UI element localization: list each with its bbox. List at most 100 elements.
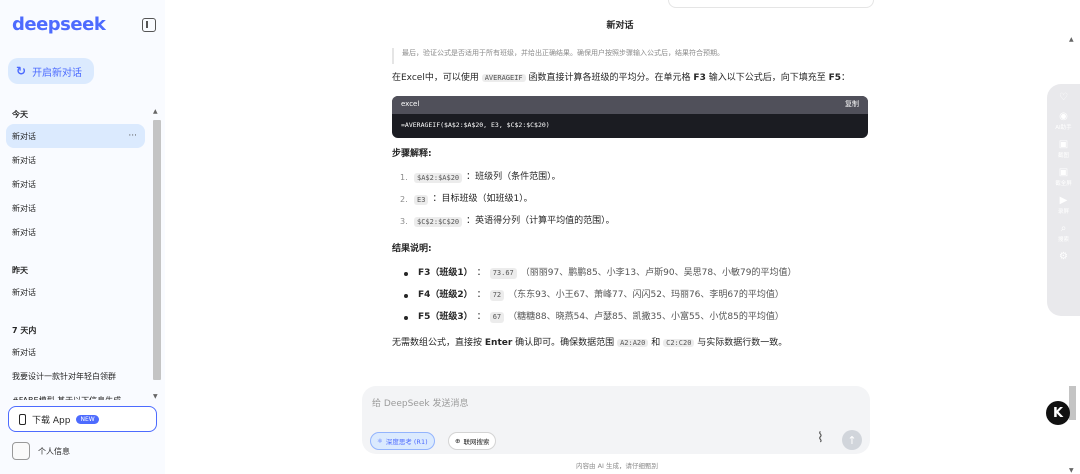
atom-icon: ⚛: [377, 437, 383, 445]
intro-text: 函数直接计算各班级的平均分。在单元格: [528, 73, 691, 83]
ai-disclaimer: 内容由 AI 生成，请仔细甄别: [576, 462, 658, 470]
logo: deepseek: [12, 14, 106, 35]
k-button[interactable]: K: [1046, 401, 1070, 425]
intro-paragraph: 在Excel中，可以使用 AVERAGEIF 函数直接计算各班级的平均分。在单元…: [392, 72, 870, 86]
cell-ref: F3: [693, 73, 706, 83]
sidebar-scroll-thumb[interactable]: [153, 120, 161, 380]
search-icon: ⌕: [1060, 223, 1067, 234]
history-group-title: 7 天内: [12, 326, 37, 335]
screenshot-tool[interactable]: ▣ 截图: [1058, 139, 1069, 159]
send-button[interactable]: ↑: [842, 430, 862, 450]
tool-label: 搜索: [1057, 237, 1069, 243]
history-item[interactable]: 新对话 ···: [6, 124, 145, 148]
main-scroll-thumb[interactable]: [1069, 386, 1076, 420]
steps-title: 步骤解释:: [392, 148, 432, 159]
history-item[interactable]: 新对话: [0, 148, 152, 172]
inline-code: C2:C20: [663, 338, 695, 347]
code-text: =AVERAGEIF($A$2:$A$20, E3, $C$2:$C$20): [401, 120, 550, 129]
result-label: F4（班级2）: [418, 289, 473, 300]
fullscreen-shot-tool[interactable]: ▣ 截全屏: [1055, 167, 1072, 187]
copy-button[interactable]: 复制: [845, 99, 859, 110]
history-group-title: 昨天: [12, 266, 28, 275]
profile-label: 个人信息: [38, 446, 70, 456]
intro-text: 输入以下公式后，向下填充至: [708, 73, 826, 83]
tool-label: 截全屏: [1055, 181, 1072, 187]
step-number: 2.: [400, 195, 408, 204]
ai-assistant-icon: ◉: [1059, 111, 1068, 122]
step-number: 3.: [400, 217, 408, 226]
tool-label: 录屏: [1057, 209, 1069, 215]
history-item[interactable]: 新对话: [0, 196, 152, 220]
history-item[interactable]: #FABE模型 基于以下信息生成: [0, 388, 152, 401]
sidebar: deepseek ↻ 开启新对话 今天 新对话 ··· 新对话 新对话 新对话 …: [0, 0, 165, 474]
list-item: 2. E3 ：目标班级（如班级1）。: [400, 189, 870, 211]
scroll-down-icon[interactable]: ▼: [1069, 467, 1074, 474]
result-item: F3（班级1）： 73.67 （丽丽97、鹏鹏85、小李13、卢斯90、吴思78…: [400, 263, 870, 285]
history-item[interactable]: 新对话: [0, 340, 152, 364]
code-header: excel 复制: [392, 95, 868, 114]
step-number: 1.: [400, 173, 408, 182]
intro-text: ：: [841, 73, 851, 83]
history-item[interactable]: 新对话: [0, 280, 152, 304]
step-text: ：班级列（条件范围）。: [466, 172, 561, 183]
scroll-up-icon[interactable]: ▲: [153, 108, 158, 115]
heart-tool[interactable]: ♡: [1059, 92, 1068, 103]
scroll-down-icon[interactable]: ▼: [153, 393, 158, 400]
tool-label: AI助手: [1055, 125, 1072, 131]
code-language: excel: [401, 100, 420, 109]
result-detail: （丽丽97、鹏鹏85、小李13、卢斯90、吴思78、小敏79的平均值）: [520, 267, 797, 278]
phone-icon: [19, 413, 26, 425]
final-paragraph: 无需数组公式，直接按 Enter 确认即可。确保数据范围 A2:A20 和 C2…: [392, 337, 870, 351]
new-chat-button[interactable]: ↻ 开启新对话: [8, 58, 94, 84]
side-toolbar: ♡ ◉ AI助手 ▣ 截图 ▣ 截全屏 ▶ 录屏 ⌕ 搜索 ⚙: [1047, 84, 1080, 316]
more-options-icon[interactable]: ···: [128, 131, 137, 141]
deep-think-toggle[interactable]: ⚛ 深度思考 (R1): [370, 432, 435, 450]
final-text: 和: [651, 337, 661, 348]
video-icon: ▶: [1059, 195, 1068, 206]
inline-code: $A$2:$A$20: [414, 172, 463, 184]
bullet: [404, 293, 408, 298]
search-tool[interactable]: ⌕ 搜索: [1058, 223, 1069, 243]
download-app-button[interactable]: 下载 App NEW: [8, 406, 157, 432]
result-label: F5（班级3）: [418, 311, 473, 322]
history-item[interactable]: 我要设计一款针对年轻白领群: [0, 364, 152, 388]
globe-icon: ⊕: [455, 437, 461, 445]
message-input[interactable]: 给 DeepSeek 发送消息: [372, 396, 468, 409]
result-value: 72: [489, 290, 505, 301]
inline-code: E3: [414, 194, 429, 206]
web-search-toggle[interactable]: ⊕ 联网搜索: [448, 432, 497, 450]
ai-assistant-tool[interactable]: ◉ AI助手: [1055, 111, 1071, 131]
final-text: 无需数组公式，直接按: [392, 337, 483, 348]
arrow-up-icon: ↑: [847, 433, 857, 447]
result-detail: （东东93、小王67、萧峰77、闪闪52、玛丽76、李明67的平均值）: [508, 289, 784, 300]
chat-history: 今天 新对话 ··· 新对话 新对话 新对话 新对话 昨天 新对话 7 天内 新…: [0, 100, 152, 400]
step-text: ：目标班级（如班级1）。: [432, 194, 533, 205]
refresh-chat-icon: ↻: [16, 64, 27, 78]
group-gap: [0, 304, 152, 316]
logo-row: deepseek: [12, 14, 162, 36]
settings-tool[interactable]: ⚙: [1059, 251, 1068, 262]
history-item[interactable]: 新对话: [0, 172, 152, 196]
profile-button[interactable]: 个人信息: [12, 442, 70, 460]
sidebar-scrollbar[interactable]: ▲ ▼: [152, 108, 162, 400]
scroll-up-icon[interactable]: ▲: [1069, 36, 1074, 43]
result-value: 73.67: [489, 268, 517, 279]
result-item: F4（班级2）： 72 （东东93、小王67、萧峰77、闪闪52、玛丽76、李明…: [400, 285, 870, 307]
group-gap: [0, 244, 152, 256]
web-search-label: 联网搜索: [463, 438, 490, 446]
camera-icon: ▣: [1058, 139, 1069, 150]
chat-input-box[interactable]: 给 DeepSeek 发送消息 ⚛ 深度思考 (R1) ⊕ 联网搜索 ⌇ ↑: [362, 386, 870, 454]
results-list: F3（班级1）： 73.67 （丽丽97、鹏鹏85、小李13、卢斯90、吴思78…: [392, 263, 870, 329]
paperclip-icon[interactable]: ⌇: [817, 430, 824, 446]
page-title: 新对话: [606, 21, 634, 31]
history-item[interactable]: 新对话: [0, 220, 152, 244]
sidebar-collapse-icon[interactable]: [142, 18, 156, 32]
enter-key: Enter: [484, 337, 513, 348]
screen-icon: ▣: [1058, 167, 1069, 178]
new-badge: NEW: [76, 414, 99, 424]
new-chat-label: 开启新对话: [32, 67, 83, 79]
final-text: 确认即可。确保数据范围: [515, 337, 615, 348]
record-tool[interactable]: ▶ 录屏: [1058, 195, 1069, 215]
results-title: 结果说明:: [392, 244, 432, 254]
result-label: F3（班级1）: [418, 267, 473, 278]
